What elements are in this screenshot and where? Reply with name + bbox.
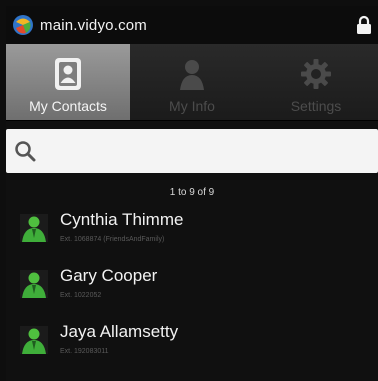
- contact-extension: Ext. 1068874 (FriendsAndFamily): [60, 236, 165, 243]
- contact-name: Jaya Allamsetty: [60, 322, 179, 341]
- tab-my-info[interactable]: My Info: [130, 44, 254, 120]
- status-bar: main.vidyo.com: [6, 6, 378, 44]
- contact-avatar-icon: [20, 214, 48, 242]
- contact-row[interactable]: Jaya Allamsetty Ext. 192083011: [6, 316, 378, 372]
- contact-avatar-icon: [20, 270, 48, 298]
- tab-bar: My Contacts My Info Settings: [6, 44, 378, 121]
- search-bar: [6, 121, 378, 173]
- contact-info: Cynthia Thimme Ext. 1068874 (FriendsAndFa…: [60, 204, 183, 243]
- lock-icon: [357, 15, 371, 34]
- search-icon: [15, 141, 36, 162]
- tab-label: Settings: [290, 98, 342, 114]
- contact-name: Gary Cooper: [60, 266, 158, 285]
- search-input[interactable]: [44, 141, 378, 161]
- tab-label: My Info: [169, 98, 215, 114]
- gear-icon: [301, 59, 331, 89]
- server-domain: main.vidyo.com: [40, 16, 148, 34]
- contact-row[interactable]: Cynthia Thimme Ext. 1068874 (FriendsAndFa…: [6, 204, 378, 260]
- contact-list: Cynthia Thimme Ext. 1068874 (FriendsAndFa…: [6, 204, 378, 372]
- contact-avatar-icon: [20, 326, 48, 354]
- contact-extension: Ext. 192083011: [60, 348, 109, 355]
- vidyo-logo-icon: [13, 15, 33, 35]
- contact-info: Gary Cooper Ext. 1022052: [60, 260, 157, 299]
- tab-my-contacts[interactable]: My Contacts: [6, 44, 130, 120]
- contact-row[interactable]: Gary Cooper Ext. 1022052: [6, 260, 378, 316]
- contact-card-icon: [55, 58, 81, 90]
- search-box[interactable]: [6, 129, 378, 173]
- tab-label: My Contacts: [29, 98, 107, 114]
- contact-name: Cynthia Thimme: [60, 210, 184, 229]
- result-range: 1 to 9 of 9: [169, 187, 215, 198]
- tab-settings[interactable]: Settings: [254, 44, 378, 120]
- contact-extension: Ext. 1022052: [60, 292, 102, 299]
- app-window: main.vidyo.com My Contacts My Info Setti…: [6, 6, 378, 381]
- person-icon: [180, 60, 204, 90]
- contact-info: Jaya Allamsetty Ext. 192083011: [60, 316, 178, 355]
